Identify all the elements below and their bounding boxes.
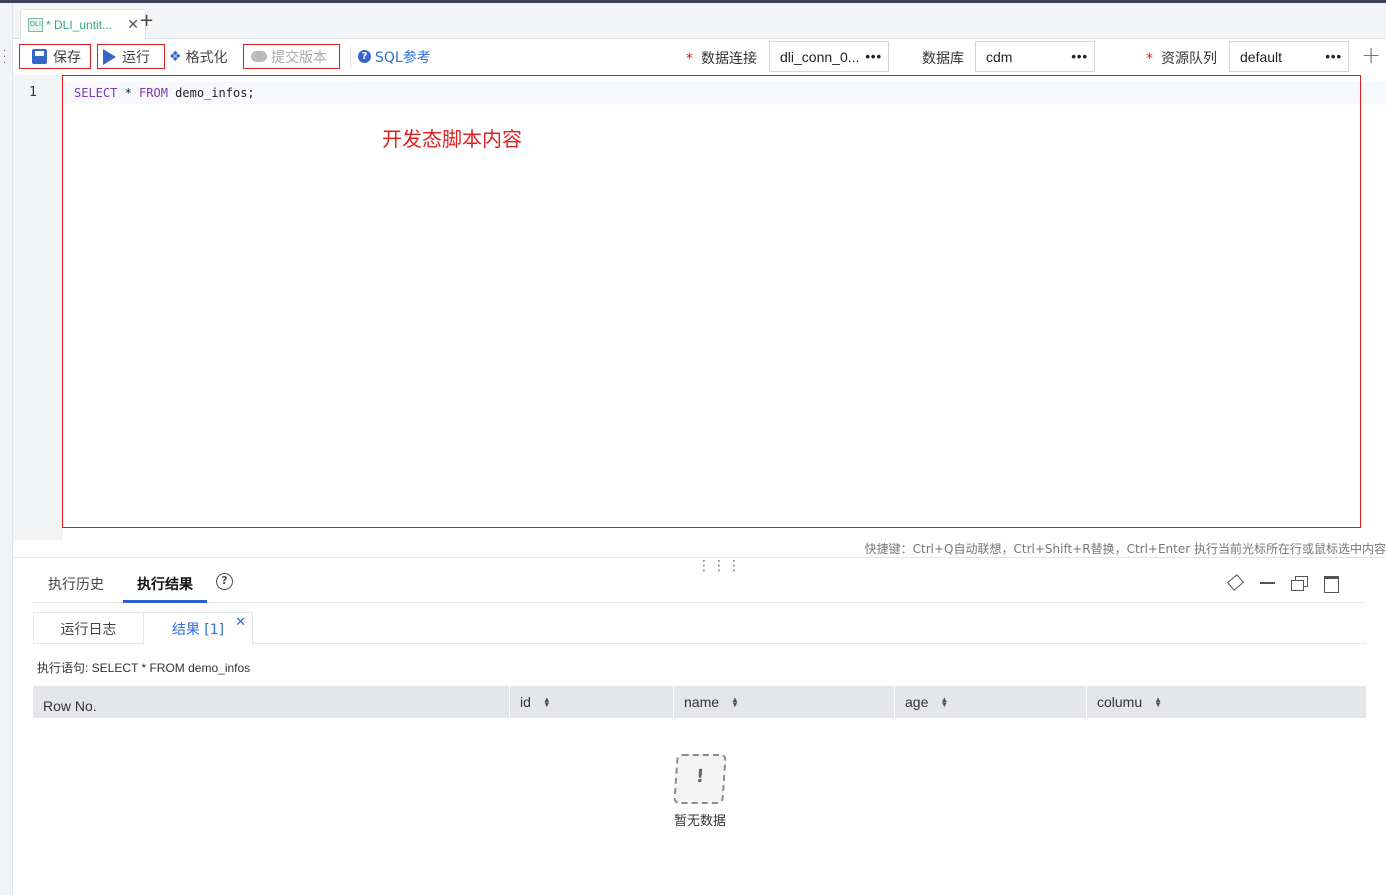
- submit-version-button[interactable]: 提交版本: [243, 44, 340, 69]
- queue-select[interactable]: default •••: [1229, 41, 1349, 72]
- maximize-icon[interactable]: [1322, 574, 1340, 593]
- connection-select[interactable]: dli_conn_0... •••: [769, 41, 889, 72]
- toolbar-divider: [350, 47, 351, 67]
- add-icon[interactable]: +: [1361, 41, 1381, 69]
- result-subtabs: 运行日志 结果 [1] ✕: [33, 612, 1366, 645]
- column-header-age[interactable]: age ▲ ▼: [895, 686, 1087, 718]
- column-header-id[interactable]: id ▲ ▼: [510, 686, 674, 718]
- play-icon: [103, 48, 116, 65]
- results-panel: ⋮⋮⋮ 执行历史 执行结果 ? 运行日志 结果 [1] ✕ 执行语句: SELE…: [13, 558, 1386, 895]
- format-label: 格式化: [185, 49, 228, 66]
- script-tab[interactable]: DLI * DLI_untit... ✕: [20, 9, 146, 40]
- run-label: 运行: [122, 49, 150, 66]
- cloud-upload-icon: [251, 51, 267, 62]
- database-select[interactable]: cdm •••: [975, 41, 1095, 72]
- sort-icon[interactable]: ▲ ▼: [1154, 696, 1162, 709]
- sql-reference-label: SQL参考: [375, 49, 431, 66]
- more-icon[interactable]: •••: [1071, 49, 1088, 64]
- help-icon: ?: [358, 50, 371, 63]
- tab-strip: DLI * DLI_untit... ✕ +: [13, 3, 1386, 40]
- subtab-result-1[interactable]: 结果 [1] ✕: [143, 612, 253, 645]
- minimize-icon[interactable]: [1258, 574, 1276, 592]
- line-number: 1: [29, 85, 37, 100]
- sql-reference-link[interactable]: ? SQL参考: [358, 44, 438, 69]
- database-value: cdm: [986, 48, 1013, 65]
- annotation-text: 开发态脚本内容: [382, 127, 522, 151]
- more-icon[interactable]: •••: [1325, 49, 1342, 64]
- result-table-header: Row No. id ▲ ▼ name ▲ ▼ age ▲ ▼ columu ▲ ▼: [33, 686, 1366, 718]
- left-collapse-bar[interactable]: · · ·: [0, 3, 13, 895]
- save-icon: [32, 49, 47, 64]
- queue-value: default: [1240, 48, 1283, 65]
- empty-state-text: 暂无数据: [673, 814, 726, 829]
- line-gutter: 1: [13, 75, 63, 540]
- restore-icon[interactable]: [1290, 574, 1308, 592]
- script-tab-title: * DLI_untit...: [46, 18, 113, 32]
- sort-icon[interactable]: ▲ ▼: [543, 696, 551, 709]
- drag-handle-icon[interactable]: · · ·: [3, 47, 7, 69]
- tab-execution-results[interactable]: 执行结果: [137, 574, 193, 594]
- format-button[interactable]: ❖ 格式化: [169, 44, 239, 69]
- clear-icon[interactable]: [1226, 574, 1244, 592]
- connection-label: * 数据连接: [686, 51, 757, 67]
- empty-data-icon: !: [673, 754, 727, 804]
- highlight-box: [62, 75, 1361, 528]
- column-header-name[interactable]: name ▲ ▼: [674, 686, 895, 718]
- save-button[interactable]: 保存: [19, 44, 91, 69]
- connection-value: dli_conn_0...: [780, 48, 860, 65]
- add-tab-button[interactable]: +: [139, 11, 154, 31]
- format-icon: ❖: [169, 48, 182, 65]
- shortcut-hint: 快捷键：Ctrl+Q自动联想，Ctrl+Shift+R替换，Ctrl+Enter…: [13, 540, 1386, 558]
- close-icon[interactable]: ✕: [235, 615, 246, 630]
- save-label: 保存: [53, 49, 81, 66]
- executed-statement: 执行语句: SELECT * FROM demo_infos: [37, 661, 251, 675]
- sort-icon[interactable]: ▲ ▼: [731, 696, 739, 709]
- active-tab-indicator: [123, 600, 207, 603]
- run-button[interactable]: 运行: [97, 44, 165, 69]
- more-icon[interactable]: •••: [865, 49, 882, 64]
- empty-state: ! 暂无数据: [665, 754, 735, 829]
- editor-toolbar: 保存 运行 ❖ 格式化 提交版本 ? SQL参考 * 数据连接 dli_conn_…: [13, 39, 1386, 75]
- queue-label: * 资源队列: [1146, 51, 1217, 67]
- submit-version-label: 提交版本: [271, 49, 327, 66]
- sort-icon[interactable]: ▲ ▼: [940, 696, 948, 709]
- panel-actions: [1226, 574, 1340, 593]
- tab-execution-history[interactable]: 执行历史: [48, 574, 104, 594]
- database-label: 数据库: [922, 51, 964, 67]
- help-circle-icon[interactable]: ?: [216, 573, 233, 590]
- dli-script-icon: DLI: [28, 18, 43, 32]
- subtab-run-log[interactable]: 运行日志: [33, 612, 143, 644]
- panel-tabs: 执行历史 执行结果 ?: [33, 562, 1366, 603]
- close-tab-icon[interactable]: ✕: [127, 17, 139, 33]
- column-header-columu[interactable]: columu ▲ ▼: [1087, 686, 1366, 718]
- column-header-row-no: Row No.: [33, 686, 510, 718]
- sql-editor[interactable]: 1 SELECT * FROM demo_infos; 开发态脚本内容: [13, 75, 1386, 540]
- subtab-result-label: 结果 [1]: [171, 622, 225, 638]
